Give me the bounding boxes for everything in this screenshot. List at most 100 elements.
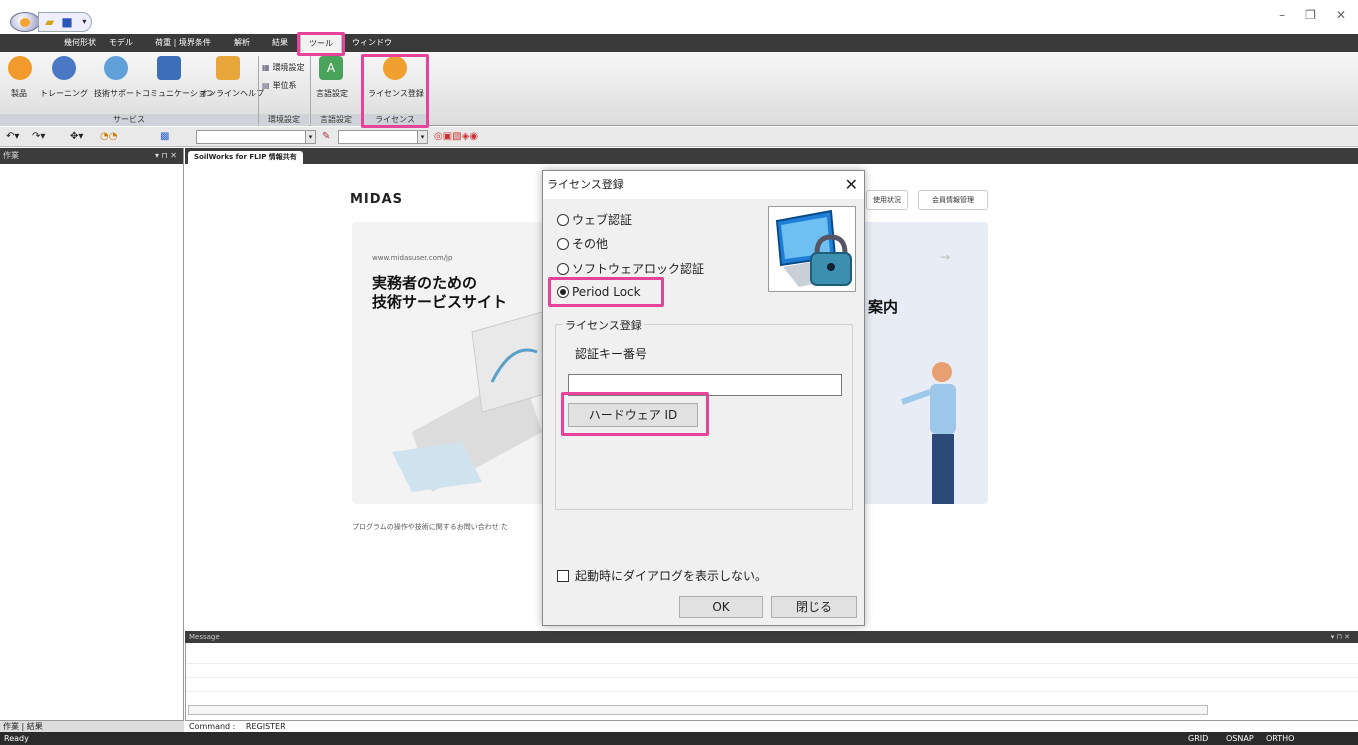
hardware-id-button[interactable]: ハードウェア ID — [568, 403, 698, 427]
work-panel-header: 作業 ▾ ⊓ ✕ — [0, 148, 183, 164]
arrow-icon[interactable]: → — [940, 250, 950, 264]
undo-icon[interactable]: ↶▾ — [6, 130, 19, 144]
radio-button[interactable] — [557, 237, 569, 250]
dont-show-checkbox[interactable] — [557, 569, 569, 582]
dialog-close-button[interactable]: ✕ — [845, 173, 858, 197]
tool-icon[interactable]: ✎ — [322, 130, 330, 144]
service-card[interactable] — [352, 222, 553, 504]
minimize-button[interactable]: – — [1279, 8, 1285, 22]
message-panel — [185, 643, 1358, 720]
redo-icon[interactable]: ↷▾ — [32, 130, 45, 144]
group-label-license: ライセンス — [363, 114, 427, 126]
training-button[interactable]: トレーニング — [40, 56, 88, 99]
message-panel-header: Message ▾ ⊓ ✕ — [185, 631, 1358, 643]
auth-key-label: 認証キー番号 — [575, 347, 648, 361]
midas-logo: MIDAS — [350, 192, 403, 207]
group-label-env: 環境設定 — [259, 114, 309, 126]
work-panel: 作業 ▾ ⊓ ✕ — [0, 148, 184, 720]
tablet-illustration — [392, 311, 553, 492]
communication-button[interactable]: コミュニケーション — [142, 56, 214, 99]
tab-results[interactable]: 結果 — [266, 34, 294, 52]
tech-support-icon — [104, 56, 128, 80]
license-icon — [383, 56, 407, 80]
license-lock-image — [768, 206, 856, 292]
open-folder-icon[interactable]: ▰ — [43, 15, 56, 29]
save-icon[interactable]: ■ — [60, 15, 73, 29]
window-controls: – ❐ ✕ — [1279, 8, 1358, 22]
tab-model[interactable]: モデル — [106, 34, 136, 52]
tab-tools[interactable]: ツール — [300, 34, 342, 52]
document-tab-bar — [185, 148, 1358, 164]
online-help-icon — [216, 56, 240, 80]
app-menu-button[interactable] — [10, 12, 40, 32]
tab-load-boundary[interactable]: 荷重 | 境界条件 — [148, 34, 218, 52]
status-text: Ready — [4, 734, 29, 743]
site-headline: 実務者のための 技術サービスサイト — [372, 274, 508, 311]
left-panel-tabs[interactable]: 作業 | 結果 — [0, 720, 184, 732]
status-bar: Ready GRID OSNAP ORTHO — [0, 732, 1358, 745]
main-toolbar: ↶▾ ↷▾ ✥▾ ◔◔ ▩ ▾ ✎ ▾ ◎▣▧◈◉ — [0, 127, 1358, 147]
panel-controls[interactable]: ▾ ⊓ ✕ — [155, 148, 177, 164]
usage-status-button[interactable]: 使用状況 — [866, 190, 908, 210]
zoom-icon[interactable]: ◔◔ — [100, 130, 117, 144]
title-bar — [0, 0, 1358, 34]
radio-button[interactable] — [557, 262, 569, 275]
unit-system-button[interactable]: ▤ 単位系 — [262, 80, 297, 91]
communication-icon — [157, 56, 181, 80]
training-icon — [52, 56, 76, 80]
language-settings-button[interactable]: A 言語設定 — [316, 56, 348, 99]
ortho-toggle[interactable]: ORTHO — [1266, 732, 1294, 745]
online-help-button[interactable]: オンラインヘルプ — [200, 56, 264, 99]
view-combo[interactable]: ▾ — [196, 130, 316, 144]
radio-web-auth[interactable]: ウェブ認証 — [557, 211, 632, 228]
ok-button[interactable]: OK — [679, 596, 763, 618]
command-line[interactable]: Command : REGISTER — [185, 720, 1358, 732]
select-icon[interactable]: ✥▾ — [70, 130, 83, 144]
person-illustration — [900, 362, 956, 504]
padlock-monitor-icon — [775, 209, 852, 287]
license-group-label: ライセンス登録 — [563, 317, 644, 333]
group-label-language: 言語設定 — [311, 114, 361, 126]
dropdown-icon[interactable]: ▾ — [78, 15, 91, 29]
language-icon: A — [319, 56, 343, 80]
site-url: www.midasuser.com/jp — [372, 254, 453, 262]
close-window-button[interactable]: ✕ — [1336, 8, 1346, 22]
license-dialog: ライセンス登録 ✕ ウェブ認証 その他 ソフトウェアロック認証 Period L… — [542, 170, 865, 626]
close-button[interactable]: 閉じる — [771, 596, 857, 618]
dont-show-checkbox-row[interactable]: 起動時にダイアログを表示しない。 — [557, 567, 767, 584]
env-settings-icon: ▦ — [262, 63, 270, 72]
message-panel-controls[interactable]: ▾ ⊓ ✕ — [1331, 631, 1350, 643]
license-register-button[interactable]: ライセンス登録 — [368, 56, 424, 99]
tab-geometry[interactable]: 幾何形状 — [60, 34, 100, 52]
radio-button[interactable] — [557, 213, 569, 226]
horizontal-scrollbar[interactable] — [188, 705, 1208, 715]
ribbon-tab-bar: 幾何形状 モデル 荷重 | 境界条件 解析 結果 ツール ウィンドウ — [0, 34, 1358, 52]
group-label-service: サービス — [0, 114, 258, 126]
unit-system-icon: ▤ — [262, 81, 270, 90]
filter-combo[interactable]: ▾ — [338, 130, 428, 144]
grid-toggle[interactable]: GRID — [1188, 732, 1208, 745]
snap-icons[interactable]: ◎▣▧◈◉ — [434, 130, 478, 144]
dialog-title: ライセンス登録 — [543, 171, 864, 199]
quick-access-toolbar: ▰ ■ ▾ — [38, 12, 92, 32]
product-icon — [8, 56, 32, 80]
product-button[interactable]: 製品 — [8, 56, 32, 99]
env-settings-button[interactable]: ▦ 環境設定 — [262, 62, 305, 73]
osnap-toggle[interactable]: OSNAP — [1226, 732, 1254, 745]
view-icon[interactable]: ▩ — [160, 130, 169, 144]
inquiry-footnote: プログラムの操作や技術に関するお問い合わせ た — [352, 523, 509, 531]
tab-analysis[interactable]: 解析 — [228, 34, 256, 52]
tech-support-button[interactable]: 技術サポート — [94, 56, 142, 99]
guide-text: 案内 — [868, 298, 899, 316]
radio-other[interactable]: その他 — [557, 235, 608, 252]
tab-window[interactable]: ウィンドウ — [352, 34, 392, 52]
radio-button-selected[interactable] — [557, 286, 569, 298]
radio-period-lock[interactable]: Period Lock — [557, 285, 641, 299]
auth-key-input[interactable] — [568, 374, 842, 396]
ribbon: 製品 トレーニング 技術サポート コミュニケーション オンラインヘルプ サービス… — [0, 52, 1358, 126]
member-info-button[interactable]: 会員情報管理 — [918, 190, 988, 210]
restore-button[interactable]: ❐ — [1305, 8, 1316, 22]
guide-card[interactable] — [852, 222, 988, 504]
doc-tab-soilworks[interactable]: SoilWorks for FLIP 情報共有 — [188, 151, 303, 164]
radio-software-lock[interactable]: ソフトウェアロック認証 — [557, 260, 704, 277]
